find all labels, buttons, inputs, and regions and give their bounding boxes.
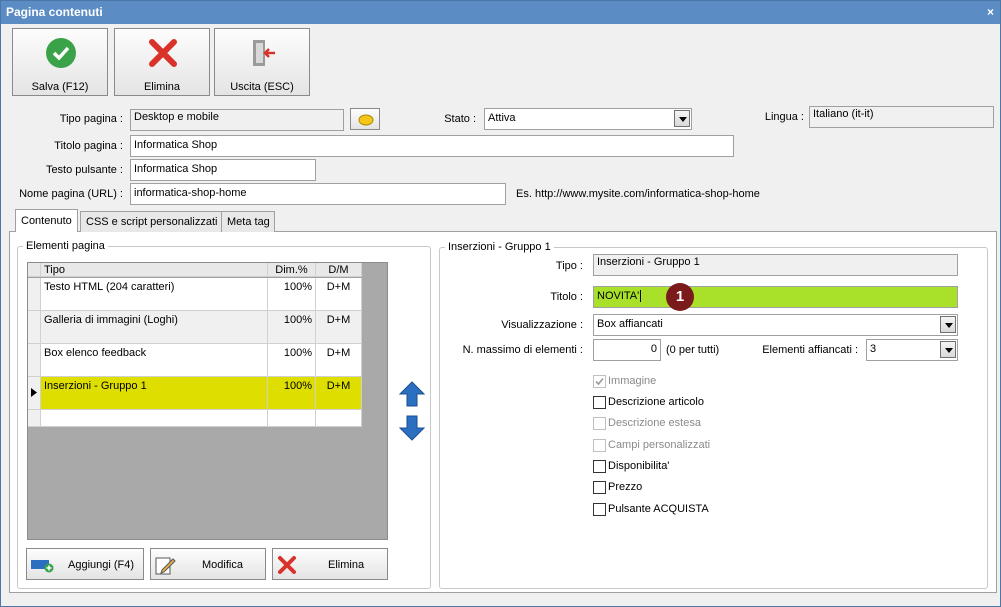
window-title: Pagina contenuti — [6, 5, 103, 19]
col-tipo[interactable]: Tipo — [41, 263, 268, 277]
row-dm: D+M — [316, 344, 362, 377]
lingua-label: Lingua : — [764, 111, 804, 123]
checkmark-icon — [46, 38, 76, 68]
col-dim[interactable]: Dim.% — [268, 263, 316, 277]
elementi-affiancati-value: 3 — [870, 343, 877, 355]
titolo-pagina-input[interactable]: Informatica Shop — [130, 135, 734, 157]
text-cursor — [640, 290, 642, 302]
tab-meta-tag[interactable]: Meta tag — [221, 211, 275, 232]
tipo-pagina-picker-button[interactable] — [350, 108, 380, 130]
col-dm[interactable]: D/M — [316, 263, 362, 277]
max-elementi-label: N. massimo di elementi : — [462, 344, 583, 356]
checkbox-box[interactable] — [593, 460, 606, 473]
detail-tipo-label: Tipo : — [555, 260, 583, 272]
row-tipo: Testo HTML (204 caratteri) — [41, 278, 268, 311]
checkbox-box[interactable] — [593, 396, 606, 409]
edit-element-label: Modifica — [202, 559, 243, 571]
grid-header: Tipo Dim.% D/M — [28, 263, 362, 278]
detail-titolo-label: Titolo : — [550, 291, 583, 303]
row-tipo: Inserzioni - Gruppo 1 — [41, 377, 268, 410]
testo-pulsante-input[interactable]: Informatica Shop — [130, 159, 316, 181]
visualizzazione-select[interactable]: Box affiancati — [593, 314, 958, 336]
table-row-selected[interactable]: Inserzioni - Gruppo 1 100% D+M — [28, 377, 362, 410]
checkbox-box[interactable] — [593, 503, 606, 516]
visualizzazione-value: Box affiancati — [597, 318, 663, 330]
callout-badge: 1 — [666, 283, 694, 311]
delete-record-button[interactable]: Elimina — [114, 28, 210, 96]
exit-door-icon — [253, 40, 275, 66]
row-dm: D+M — [316, 377, 362, 410]
move-up-icon[interactable] — [398, 380, 426, 408]
checkbox-box[interactable] — [593, 439, 606, 452]
title-bar: Pagina contenuti × — [1, 1, 1000, 24]
add-icon — [31, 560, 54, 573]
tipo-pagina-label: Tipo pagina : — [59, 113, 123, 125]
testo-pulsante-label: Testo pulsante : — [45, 164, 123, 176]
window: Pagina contenuti × Salva (F12) Elimina U… — [0, 0, 1001, 607]
lingua-field: Italiano (it-it) — [809, 106, 994, 128]
row-dim: 100% — [268, 344, 316, 377]
exit-label: Uscita (ESC) — [230, 81, 294, 93]
checkbox-box[interactable] — [593, 481, 606, 494]
detail-titolo-input[interactable]: NOVITA' — [593, 286, 958, 308]
row-dim: 100% — [268, 278, 316, 311]
tab-contenuto[interactable]: Contenuto — [15, 209, 78, 232]
delete-element-label: Elimina — [328, 559, 365, 571]
delete-x-icon — [278, 556, 296, 574]
tipo-pagina-field: Desktop e mobile — [130, 109, 344, 131]
chevron-down-icon[interactable] — [940, 316, 956, 333]
edit-element-button[interactable]: Modifica — [150, 548, 266, 580]
table-row[interactable]: Testo HTML (204 caratteri) 100% D+M — [28, 278, 362, 311]
check-mark-icon — [595, 377, 604, 386]
move-down-icon[interactable] — [398, 414, 426, 442]
row-dim: 100% — [268, 311, 316, 344]
folder-icon — [358, 114, 374, 126]
add-element-label: Aggiungi (F4) — [68, 559, 135, 571]
chevron-down-icon[interactable] — [674, 110, 690, 127]
delete-record-label: Elimina — [143, 81, 181, 93]
delete-x-icon — [149, 39, 177, 67]
tab-css-script[interactable]: CSS e script personalizzati — [80, 211, 230, 232]
stato-value: Attiva — [488, 112, 516, 124]
save-button[interactable]: Salva (F12) — [12, 28, 108, 96]
edit-icon — [155, 557, 176, 575]
table-row-new[interactable] — [28, 410, 362, 427]
delete-element-button[interactable]: Elimina — [272, 548, 388, 580]
elements-grid: Tipo Dim.% D/M Testo HTML (204 caratteri… — [27, 262, 388, 540]
row-dm: D+M — [316, 278, 362, 311]
close-icon[interactable]: × — [987, 1, 994, 24]
save-label: Salva (F12) — [31, 81, 89, 93]
stato-select[interactable]: Attiva — [484, 108, 692, 130]
stato-label: Stato : — [444, 113, 476, 125]
nome-pagina-input[interactable]: informatica-shop-home — [130, 183, 506, 205]
detail-tipo-field: Inserzioni - Gruppo 1 — [593, 254, 958, 276]
add-element-button[interactable]: Aggiungi (F4) — [26, 548, 144, 580]
checkbox-box[interactable] — [593, 417, 606, 430]
url-example-text: Es. http://www.mysite.com/informatica-sh… — [516, 188, 760, 200]
detail-titolo-value: NOVITA' — [597, 290, 640, 302]
max-elementi-hint: (0 per tutti) — [666, 344, 720, 356]
exit-button[interactable]: Uscita (ESC) — [214, 28, 310, 96]
inserzioni-group-title: Inserzioni - Gruppo 1 — [445, 241, 554, 253]
max-elementi-input[interactable]: 0 — [593, 339, 661, 361]
visualizzazione-label: Visualizzazione : — [501, 319, 583, 331]
elementi-affiancati-select[interactable]: 3 — [866, 339, 958, 361]
row-dim: 100% — [268, 377, 316, 410]
nome-pagina-label: Nome pagina (URL) : — [19, 188, 123, 200]
checkbox-box[interactable] — [593, 375, 606, 388]
table-row[interactable]: Box elenco feedback 100% D+M — [28, 344, 362, 377]
chevron-down-icon[interactable] — [940, 341, 956, 358]
table-row[interactable]: Galleria di immagini (Loghi) 100% D+M — [28, 311, 362, 344]
row-selector-arrow-icon — [28, 377, 41, 410]
elementi-pagina-title: Elementi pagina — [23, 240, 108, 252]
titolo-pagina-label: Titolo pagina : — [54, 140, 123, 152]
row-tipo: Galleria di immagini (Loghi) — [41, 311, 268, 344]
row-dm: D+M — [316, 311, 362, 344]
elementi-affiancati-label: Elementi affiancati : — [762, 344, 858, 356]
row-tipo: Box elenco feedback — [41, 344, 268, 377]
